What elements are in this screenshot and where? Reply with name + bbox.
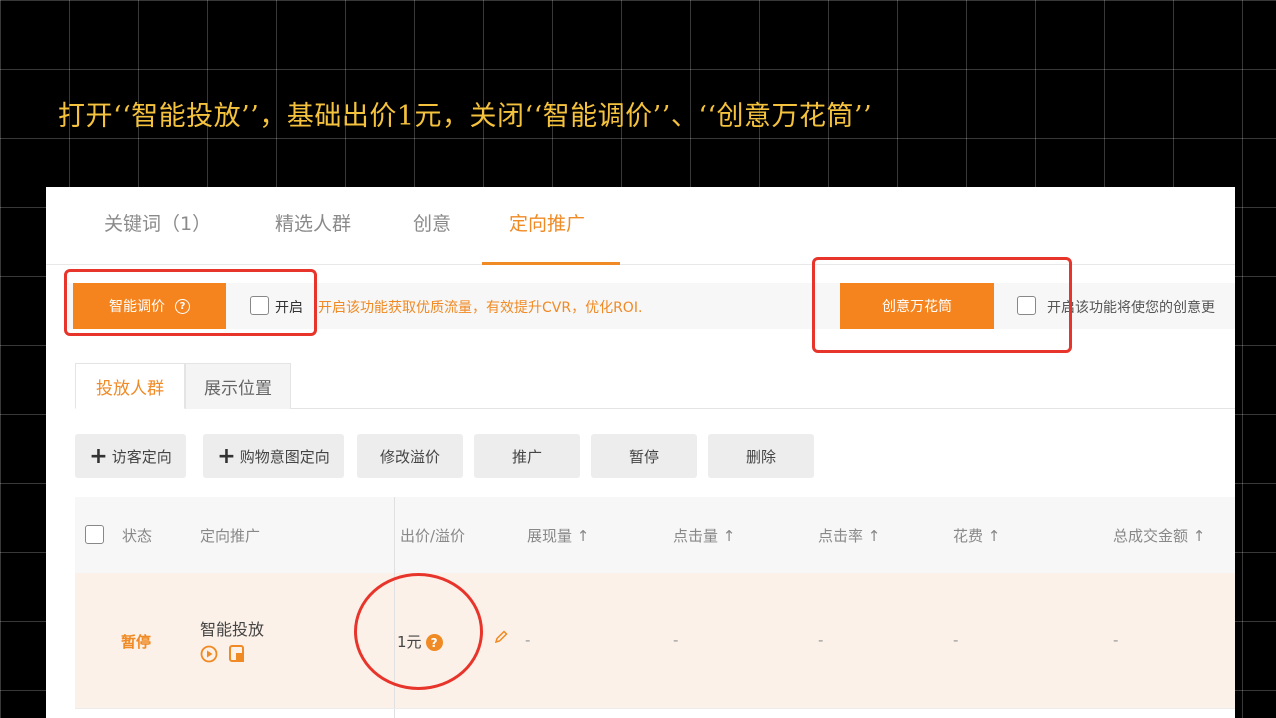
header-gmv[interactable]: 总成交金额 ↑ [1113, 525, 1205, 546]
sub-tabs: 投放人群 展示位置 [75, 363, 1235, 409]
highlight-box-kaleidoscope [812, 257, 1072, 353]
delete-button[interactable]: 删除 [708, 434, 814, 478]
add-visitor-targeting-button[interactable]: + 访客定向 [75, 434, 186, 478]
table-row: 暂停 智能投放 1元? - - - - - [75, 573, 1235, 708]
header-bid[interactable]: 出价/溢价 [400, 525, 465, 546]
row-clicks: - [673, 631, 679, 649]
row-divider [75, 708, 1235, 709]
highlight-circle-bid [354, 573, 483, 690]
subtab-placement[interactable]: 展示位置 [185, 363, 291, 409]
row-impressions: - [525, 631, 531, 649]
row-icons [200, 643, 270, 669]
instruction-caption: 打开‘‘智能投放’’，基础出价1元，关闭‘‘智能调价’’、‘‘创意万花筒’’ [58, 101, 873, 132]
tab-keywords[interactable]: 关键词（1） [104, 209, 211, 236]
tab-creative[interactable]: 创意 [413, 209, 451, 236]
campaign-panel: 关键词（1） 精选人群 创意 定向推广 智能调价 ? 开启 开启该功能获取优质流… [46, 187, 1235, 718]
header-ctr[interactable]: 点击率 ↑ [818, 525, 880, 546]
row-status: 暂停 [121, 633, 152, 651]
highlight-box-smart-price [64, 269, 317, 336]
header-status[interactable]: 状态 [122, 525, 152, 546]
play-icon[interactable] [200, 643, 270, 665]
kaleidoscope-description: 开启该功能将使您的创意更 [1047, 300, 1215, 316]
header-clicks[interactable]: 点击量 ↑ [673, 525, 735, 546]
visitor-targeting-label: 访客定向 [111, 447, 172, 466]
modify-premium-button[interactable]: 修改溢价 [357, 434, 463, 478]
header-targeting[interactable]: 定向推广 [200, 525, 260, 546]
top-tabs: 关键词（1） 精选人群 创意 定向推广 [46, 187, 1235, 265]
plus-icon: + [217, 443, 236, 469]
purchase-intent-label: 购物意图定向 [239, 447, 330, 466]
plus-icon: + [89, 443, 108, 469]
header-cost[interactable]: 花费 ↑ [953, 525, 1000, 546]
promote-button[interactable]: 推广 [474, 434, 580, 478]
header-impressions[interactable]: 展现量 ↑ [527, 525, 589, 546]
row-ctr: - [818, 631, 824, 649]
tab-targeted-promotion[interactable]: 定向推广 [509, 209, 585, 236]
tab-selected-crowds[interactable]: 精选人群 [275, 209, 351, 236]
smart-price-description: 开启该功能获取优质流量，有效提升CVR，优化ROI. [318, 300, 643, 316]
edit-icon[interactable] [493, 629, 509, 649]
row-cost: - [953, 631, 959, 649]
active-tab-indicator [482, 262, 620, 265]
table-header: 状态 定向推广 出价/溢价 展现量 ↑ 点击量 ↑ 点击率 ↑ 花费 ↑ 总成交… [75, 497, 1235, 573]
add-purchase-intent-button[interactable]: + 购物意图定向 [203, 434, 344, 478]
subtab-target-crowd[interactable]: 投放人群 [75, 363, 185, 409]
row-strategy-name: 智能投放 [200, 620, 265, 639]
select-all-checkbox[interactable] [85, 525, 104, 544]
row-gmv: - [1113, 631, 1119, 649]
pause-button[interactable]: 暂停 [591, 434, 697, 478]
